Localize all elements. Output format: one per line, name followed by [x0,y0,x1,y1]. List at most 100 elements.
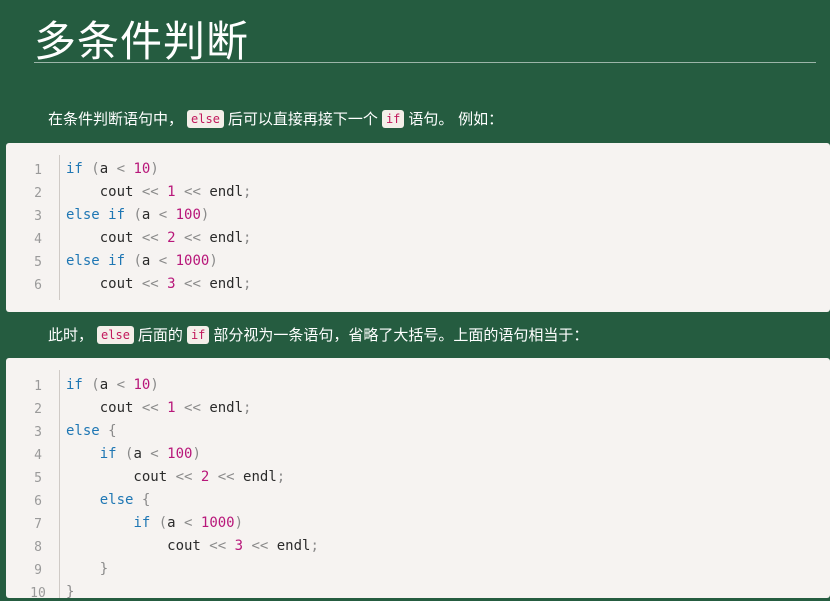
code-token: endl [209,400,244,416]
code-token: cout [66,230,134,246]
code-token: < [108,377,134,393]
line-number-gutter [59,370,60,598]
code-token: ( [125,253,142,269]
code-token: < [150,253,176,269]
code-token: ; [243,184,252,200]
code-token: } [66,561,109,577]
code-line: cout << 2 << endl; [66,230,252,246]
line-number: 6 [34,278,42,293]
code-token: endl [209,230,244,246]
code-token: ( [82,377,100,393]
code-line: else if (a < 100) [66,207,209,223]
code-line: cout << 3 << endl; [66,538,319,554]
code-token: << [133,184,168,200]
code-line: if (a < 1000) [66,515,243,531]
code-block-2: 1 2 3 4 5 6 7 8 9 10 if (a < 10) cout << 1 << end… [6,358,830,601]
code-token: endl [209,184,244,200]
code-line: } [66,584,74,600]
code-token: a [133,446,142,462]
line-number: 6 [34,494,42,509]
code-token: 3 [167,276,176,292]
para2-text-after: 部分视为一条语句，省略了大括号。上面的语句相当于： [213,326,589,344]
line-number: 3 [34,425,42,440]
code-token: 3 [234,538,244,554]
code-token: ; [276,469,286,485]
line-number: 2 [34,402,42,417]
code-token: cout [66,184,134,200]
line-number: 9 [34,563,42,578]
code-token: else [99,492,134,508]
code-token: << [175,276,210,292]
code-token: 1 [167,184,176,200]
code-token: << [175,184,210,200]
code-line: if (a < 100) [66,446,201,462]
inline-code-if: if [186,326,210,344]
line-number: 1 [34,379,42,394]
code-token: { [99,423,117,439]
code-token: ; [310,538,319,554]
inline-code-else: else [97,326,134,344]
code-token: ( [125,207,142,223]
line-number: 5 [34,255,42,270]
line-number: 3 [34,209,42,224]
code-token: else [66,423,100,439]
code-line: else { [66,492,151,508]
code-token: if [133,515,151,531]
code-token: ) [150,377,159,393]
code-token: cout [66,538,201,554]
code-token: else if [66,253,126,269]
code-line: else { [66,423,117,439]
code-token: << [133,400,168,416]
line-number: 2 [34,186,42,201]
code-token: ) [200,207,210,223]
code-token: ) [209,253,218,269]
code-line: cout << 1 << endl; [66,400,252,416]
intro-paragraph: 在条件判断语句中， else 后可以直接再接下一个 if 语句。 例如： [48,108,503,130]
code-token: ) [234,515,244,531]
code-token: << [175,400,210,416]
code-token: if [99,446,117,462]
code-token: { [133,492,151,508]
code-token: else if [66,207,126,223]
code-token: < [175,515,201,531]
code-line: if (a < 10) [66,161,159,177]
code-token: } [66,584,75,600]
code-line: else if (a < 1000) [66,253,218,269]
line-number-gutter [59,155,60,300]
code-token: << [133,276,168,292]
code-token: if [66,161,83,177]
code-token: endl [209,276,244,292]
code-token: ) [150,161,159,177]
inline-code-else: else [187,110,224,128]
line-number: 10 [30,586,46,601]
code-token: << [243,538,277,554]
code-token: ; [243,400,252,416]
line-number: 1 [34,163,42,178]
code-line: cout << 2 << endl; [66,469,285,485]
code-token: 10 [133,377,151,393]
code-token: endl [243,469,277,485]
code-token: cout [66,276,134,292]
line-number: 4 [34,232,42,247]
line-number: 8 [34,540,42,555]
page-title: 多条件判断 [34,17,250,66]
code-token: ; [243,230,252,246]
code-token: << [167,469,201,485]
code-token: ; [243,276,252,292]
code-token: if [66,377,83,393]
code-line: if (a < 10) [66,377,159,393]
code-token: a [99,161,109,177]
code-token: << [209,469,244,485]
para1-text-after: 语句。 例如： [408,110,504,128]
code-token: 1 [167,400,176,416]
code-token: 100 [175,207,201,223]
title-divider [34,62,816,63]
code-token: << [175,230,210,246]
code-token: 100 [167,446,193,462]
code-line: } [66,561,108,577]
explanation-paragraph: 此时， else 后面的 if 部分视为一条语句，省略了大括号。上面的语句相当于： [48,324,588,346]
para2-text-before: 此时， [48,326,94,344]
